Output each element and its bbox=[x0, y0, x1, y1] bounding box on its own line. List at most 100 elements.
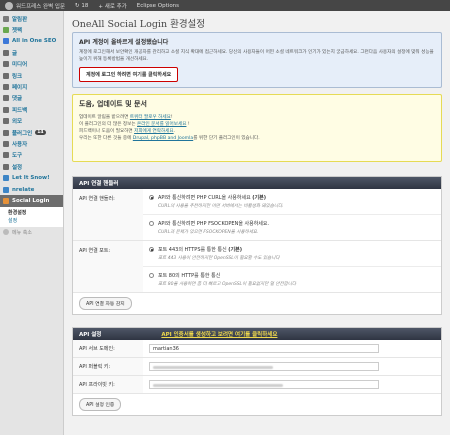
site-name-link[interactable]: 워드프레스 완벽 입문 bbox=[0, 0, 70, 11]
api-handler-heading: API 연결 핸들러 bbox=[73, 177, 441, 189]
sidebar-item-1[interactable]: 젯팩 bbox=[0, 24, 63, 35]
sidebar-item-label: Social Login bbox=[12, 197, 50, 204]
subdomain-row: API 서브 도메인: martian36 bbox=[73, 340, 441, 358]
sidebar-item-label: All in One SEO bbox=[12, 38, 57, 45]
help-line-text: 피드백이나 도움이 필요하면 bbox=[79, 129, 135, 134]
help-line-text: ! bbox=[170, 115, 173, 120]
online-docs-link[interactable]: 온라인 문서를 읽어보세요 bbox=[137, 122, 186, 127]
collapse-label: 메뉴 축소 bbox=[12, 229, 32, 236]
option-fsockopen[interactable]: API와 통신하려면 PHP FSOCKOPEN을 사용하세요. CURL과 문… bbox=[143, 215, 441, 240]
https-default-tag: (기본) bbox=[228, 247, 243, 253]
sidebar-item-2[interactable]: All in One SEO bbox=[0, 36, 63, 47]
private-key-cell bbox=[143, 376, 441, 393]
sidebar-item-3[interactable]: 글 bbox=[0, 47, 63, 58]
sidebar-item-5[interactable]: 링크 bbox=[0, 70, 63, 81]
menu-icon bbox=[3, 72, 9, 79]
contact-us-link[interactable]: 저희에게 연락하세요 bbox=[134, 129, 174, 134]
menu-icon bbox=[3, 152, 9, 159]
sidebar-item-7[interactable]: 댓글 bbox=[0, 93, 63, 104]
menu-icon bbox=[3, 95, 9, 102]
fsockopen-radio[interactable] bbox=[149, 221, 154, 226]
handler-options: API와 통신하려면 PHP CURL을 사용하세요 (기본) CURL의 사용… bbox=[143, 189, 441, 240]
https-radio[interactable] bbox=[149, 247, 154, 252]
sidebar-item-6[interactable]: 페이지 bbox=[0, 81, 63, 92]
redacted-value bbox=[153, 366, 273, 369]
option-https[interactable]: 포트 443의 HTTPS를 통한 통신 (기본) 포트 443 사용이 안전하… bbox=[143, 241, 441, 267]
sidebar-item-9[interactable]: 외모 bbox=[0, 116, 63, 127]
menu-icon bbox=[3, 38, 9, 45]
sidebar-item-label: 미디어 bbox=[12, 62, 28, 69]
sidebar-item-label: 설정 bbox=[12, 164, 23, 171]
http-title: 포트 80의 HTTP를 통한 통신 bbox=[158, 273, 221, 279]
sidebar-item-label: 페이지 bbox=[12, 85, 28, 92]
other-plugins-link[interactable]: Drupal, phpBB and Joomla bbox=[133, 136, 193, 141]
new-content-link[interactable]: + 새로 추가 bbox=[93, 0, 131, 11]
subdomain-cell: martian36 bbox=[143, 340, 441, 357]
help-line-text: 우리는 또한 다른 것들 중에 bbox=[79, 136, 133, 141]
public-key-input[interactable] bbox=[149, 362, 379, 371]
help-heading: 도움, 업데이트 및 문서 bbox=[79, 100, 147, 108]
option-http[interactable]: 포트 80의 HTTP를 통한 통신 포트 80을 사용하면 좀 더 빠르고 O… bbox=[143, 267, 441, 292]
menu-icon bbox=[3, 186, 9, 193]
sidebar-item-8[interactable]: 피드백 bbox=[0, 104, 63, 115]
sidebar-item-4[interactable]: 미디어 bbox=[0, 59, 63, 70]
eclipse-options-link[interactable]: Eclipse Options bbox=[132, 0, 184, 11]
updates-link[interactable]: ↻ 18 bbox=[70, 0, 93, 11]
updates-count: 18 bbox=[81, 2, 89, 9]
social-login-submenu: 환경설정 설정 bbox=[0, 206, 63, 227]
site-name: 워드프레스 완벽 입문 bbox=[16, 3, 66, 10]
settings-footer: API 설정 인증 bbox=[73, 394, 441, 415]
private-key-input[interactable] bbox=[149, 380, 379, 389]
collapse-menu-button[interactable]: 메뉴 축소 bbox=[0, 227, 63, 238]
menu-icon bbox=[3, 129, 9, 136]
sidebar-item-16[interactable]: Social Login bbox=[0, 195, 63, 207]
curl-radio[interactable] bbox=[149, 195, 154, 200]
help-line-plugins: 우리는 또한 다른 것들 중에 Drupal, phpBB and Joomla… bbox=[79, 135, 435, 142]
http-description: 포트 80을 사용하면 좀 더 빠르고 OpenSSL이 필요없지만 덜 안전합… bbox=[158, 282, 297, 287]
private-key-row: API 프라이빗 키: bbox=[73, 376, 441, 394]
sidebar-item-label: 글 bbox=[12, 50, 18, 57]
api-settings-heading: API 설정 bbox=[79, 332, 102, 338]
verify-settings-button[interactable]: API 설정 인증 bbox=[79, 398, 122, 411]
http-radio[interactable] bbox=[149, 273, 154, 278]
sidebar-item-label: 젯팩 bbox=[12, 28, 23, 35]
new-content-label: + 새로 추가 bbox=[98, 3, 127, 10]
sidebar-item-label: 외모 bbox=[12, 119, 23, 126]
admin-menu: 알림판 젯팩 All in One SEO 글 미디어 링크 페이지 댓글 피드백 외모 플러그인 1… bbox=[0, 13, 63, 207]
plugin-update-badge: 14 bbox=[35, 130, 46, 136]
sidebar-item-10[interactable]: 플러그인 14 bbox=[0, 127, 63, 138]
help-line-text: . bbox=[173, 129, 176, 134]
port-row: API 연결 포트: 포트 443의 HTTPS를 통한 통신 (기본) 포트 … bbox=[73, 241, 441, 293]
help-line-text: 를 위한 단기 플러그인이 있습니다. bbox=[193, 136, 260, 141]
twitter-follow-link[interactable]: 트위터 팔로우 하세요 bbox=[130, 115, 171, 120]
api-credentials-link[interactable]: API 인증서를 생성하고 보려면 여기를 클릭하세요 bbox=[161, 330, 277, 338]
menu-icon bbox=[3, 106, 9, 113]
admin-sidebar: 알림판 젯팩 All in One SEO 글 미디어 링크 페이지 댓글 피드백 외모 플러그인 1… bbox=[0, 11, 64, 435]
option-curl[interactable]: API와 통신하려면 PHP CURL을 사용하세요 (기본) CURL의 사용… bbox=[143, 189, 441, 215]
help-line-contact: 피드백이나 도움이 필요하면 저희에게 연락하세요. bbox=[79, 128, 435, 135]
submenu-item-settings[interactable]: 환경설정 bbox=[8, 209, 63, 217]
page-title: OneAll Social Login 환경설정 bbox=[72, 19, 206, 30]
submenu-item-setup[interactable]: 설정 bbox=[8, 217, 63, 225]
handler-footer: API 연결 자동 감지 bbox=[73, 293, 441, 314]
autodetect-button[interactable]: API 연결 자동 감지 bbox=[79, 297, 132, 310]
login-account-button[interactable]: 계정에 로그인 하려면 여기를 클릭하세요 bbox=[79, 67, 179, 82]
sidebar-item-15[interactable]: nrelate bbox=[0, 184, 63, 195]
sidebar-item-14[interactable]: Let It Snow! bbox=[0, 172, 63, 183]
public-key-cell bbox=[143, 358, 441, 375]
port-label: API 연결 포트: bbox=[73, 241, 143, 292]
sidebar-item-label: 플러그인 bbox=[12, 130, 33, 137]
menu-icon bbox=[3, 27, 9, 34]
sidebar-item-12[interactable]: 도구 bbox=[0, 150, 63, 161]
sidebar-item-label: 사용자 bbox=[12, 141, 28, 148]
subdomain-label: API 서브 도메인: bbox=[73, 340, 143, 357]
menu-icon bbox=[3, 49, 9, 56]
sidebar-item-13[interactable]: 설정 bbox=[0, 161, 63, 172]
sidebar-item-11[interactable]: 사용자 bbox=[0, 138, 63, 149]
fsockopen-description: CURL과 문제가 있으면 FSOCKOPEN을 사용하세요. bbox=[158, 230, 259, 235]
eclipse-options-label: Eclipse Options bbox=[136, 2, 180, 9]
sidebar-item-0[interactable]: 알림판 bbox=[0, 13, 63, 24]
menu-icon bbox=[3, 61, 9, 68]
help-line-docs: 이 플러그인의 더 많은 정보는 온라인 문서를 읽어보세요 ! bbox=[79, 121, 435, 128]
subdomain-input[interactable]: martian36 bbox=[149, 344, 379, 353]
